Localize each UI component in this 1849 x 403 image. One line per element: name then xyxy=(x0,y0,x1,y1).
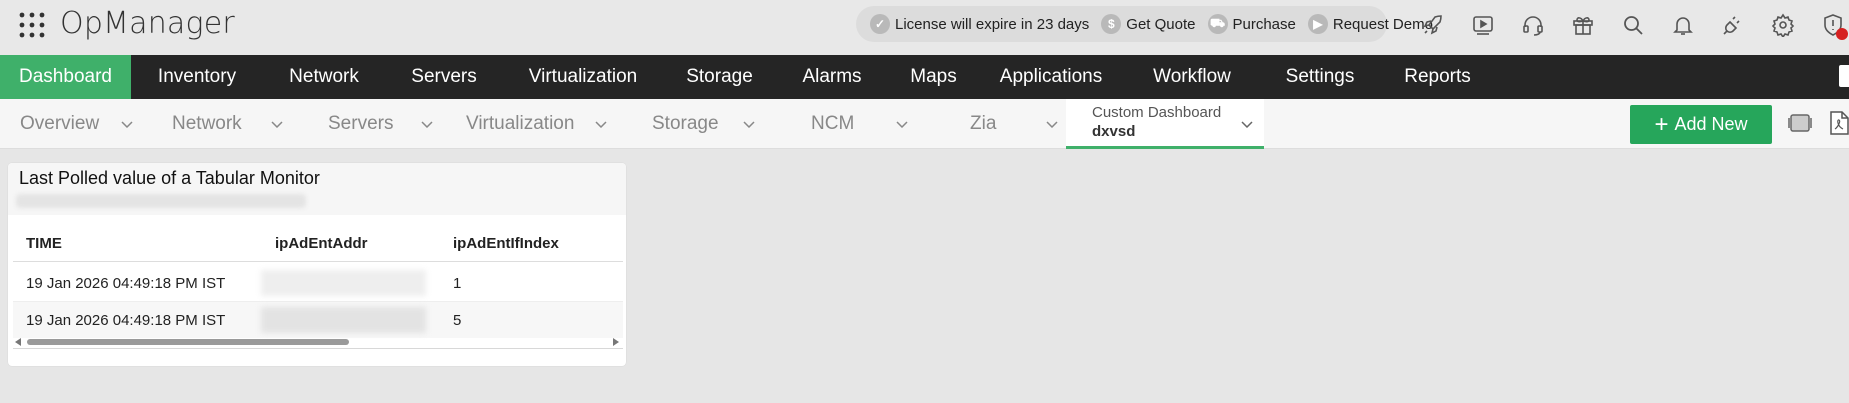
nav-applications[interactable]: Applications xyxy=(979,55,1123,99)
license-bar: ✓ License will expire in 23 days $ Get Q… xyxy=(856,6,1433,42)
subtab-ncm[interactable]: NCM xyxy=(811,99,911,149)
scroll-divider xyxy=(13,348,623,349)
license-text: License will expire in 23 days xyxy=(895,15,1090,33)
time-cell: 19 Jan 2026 04:49:18 PM IST xyxy=(26,274,226,292)
redacted-subtitle xyxy=(16,194,306,208)
ifindex-cell: 1 xyxy=(453,274,462,292)
redacted-addr-cell xyxy=(261,307,426,333)
add-new-button[interactable]: + Add New xyxy=(1630,105,1772,144)
chevron-down-icon[interactable] xyxy=(1240,117,1254,131)
plus-icon: + xyxy=(1654,110,1669,138)
bell-icon[interactable] xyxy=(1658,10,1708,40)
get-quote-link[interactable]: $ Get Quote xyxy=(1101,14,1196,34)
chevron-down-icon xyxy=(595,121,607,129)
app-grid-icon[interactable] xyxy=(18,11,46,39)
purchase-link[interactable]: ⛟ Purchase xyxy=(1207,14,1296,34)
add-new-label: Add New xyxy=(1674,114,1748,134)
widget-header: Last Polled value of a Tabular Monitor xyxy=(8,163,626,215)
dollar-icon: $ xyxy=(1101,14,1122,34)
get-quote-label: Get Quote xyxy=(1126,15,1196,33)
license-status[interactable]: ✓ License will expire in 23 days xyxy=(870,14,1089,34)
redacted-addr-cell xyxy=(261,270,426,296)
chevron-down-icon xyxy=(896,121,908,129)
purchase-label: Purchase xyxy=(1232,15,1296,33)
table-header-row: TIME ipAdEntAddr ipAdEntIfIndex xyxy=(13,225,623,261)
header-divider xyxy=(13,261,623,262)
subtab-label: Servers xyxy=(328,113,394,134)
widget-title: Last Polled value of a Tabular Monitor xyxy=(19,168,320,188)
video-icon[interactable] xyxy=(1458,10,1508,40)
rocket-icon[interactable] xyxy=(1408,10,1458,40)
layout-icon[interactable] xyxy=(1787,110,1813,136)
alert-dot xyxy=(1836,28,1848,40)
nav-storage[interactable]: Storage xyxy=(663,55,776,99)
nav-reports[interactable]: Reports xyxy=(1379,55,1496,99)
nav-maps[interactable]: Maps xyxy=(888,55,979,99)
subtab-storage[interactable]: Storage xyxy=(652,99,762,149)
nav-servers[interactable]: Servers xyxy=(385,55,503,99)
subtab-label: Overview xyxy=(20,113,100,134)
nav-network[interactable]: Network xyxy=(263,55,385,99)
subtab-virtualization[interactable]: Virtualization xyxy=(466,99,616,149)
chevron-down-icon xyxy=(743,121,755,129)
gear-icon[interactable] xyxy=(1758,10,1808,40)
scrollbar-thumb[interactable] xyxy=(27,339,349,345)
cart-icon: ⛟ xyxy=(1207,14,1228,34)
chevron-down-icon xyxy=(1046,121,1058,129)
sub-nav: Overview Network Servers Virtualization … xyxy=(0,99,1849,149)
subtab-label: Virtualization xyxy=(466,113,575,134)
plug-icon[interactable] xyxy=(1708,10,1758,40)
subtab-overview[interactable]: Overview xyxy=(20,99,140,149)
custom-dashboard-name: dxvsd xyxy=(1092,123,1136,140)
app-logo-text: OpManager xyxy=(60,6,235,41)
top-header: OpManager ✓ License will expire in 23 da… xyxy=(0,0,1849,55)
subtab-network[interactable]: Network xyxy=(172,99,292,149)
headset-icon[interactable] xyxy=(1508,10,1558,40)
header-icon-bar xyxy=(1408,10,1849,40)
ifindex-cell: 5 xyxy=(453,311,462,329)
column-header[interactable]: ipAdEntIfIndex xyxy=(453,235,559,252)
nav-settings[interactable]: Settings xyxy=(1261,55,1379,99)
search-icon[interactable] xyxy=(1608,10,1658,40)
nav-dashboard[interactable]: Dashboard xyxy=(0,55,131,99)
custom-dashboard-label: Custom Dashboard xyxy=(1092,104,1222,121)
column-header[interactable]: ipAdEntAddr xyxy=(275,235,367,252)
subtab-label: NCM xyxy=(811,113,855,134)
badge-icon: ✓ xyxy=(870,14,890,34)
horizontal-scrollbar[interactable] xyxy=(13,337,623,347)
table-row: 19 Jan 2026 04:49:18 PM IST 1 xyxy=(13,265,623,301)
nav-inventory[interactable]: Inventory xyxy=(131,55,263,99)
time-cell: 19 Jan 2026 04:49:18 PM IST xyxy=(26,311,226,329)
subtab-servers[interactable]: Servers xyxy=(328,99,448,149)
subtab-label: Network xyxy=(172,113,242,134)
nav-alarms[interactable]: Alarms xyxy=(776,55,888,99)
table-row: 19 Jan 2026 04:49:18 PM IST 5 xyxy=(13,302,623,338)
subtab-custom-dashboard[interactable]: Custom Dashboard dxvsd xyxy=(1066,99,1264,149)
column-header[interactable]: TIME xyxy=(26,235,62,252)
main-nav: Dashboard Inventory Network Servers Virt… xyxy=(0,55,1849,99)
subtab-label: Zia xyxy=(970,113,997,134)
chevron-down-icon xyxy=(121,121,133,129)
scroll-left-arrow-icon[interactable] xyxy=(15,338,21,346)
scroll-right-arrow-icon[interactable] xyxy=(613,338,619,346)
demo-icon: ▶ xyxy=(1307,14,1328,34)
pdf-icon[interactable] xyxy=(1826,110,1849,136)
nav-virtualization[interactable]: Virtualization xyxy=(503,55,663,99)
tabular-monitor-widget: Last Polled value of a Tabular Monitor T… xyxy=(8,163,626,366)
chevron-down-icon xyxy=(271,121,283,129)
chevron-down-icon xyxy=(421,121,433,129)
subtab-label: Storage xyxy=(652,113,719,134)
nav-workflow[interactable]: Workflow xyxy=(1123,55,1261,99)
calendar-icon[interactable] xyxy=(1839,65,1849,87)
subtab-zia[interactable]: Zia xyxy=(970,99,1060,149)
gift-icon[interactable] xyxy=(1558,10,1608,40)
